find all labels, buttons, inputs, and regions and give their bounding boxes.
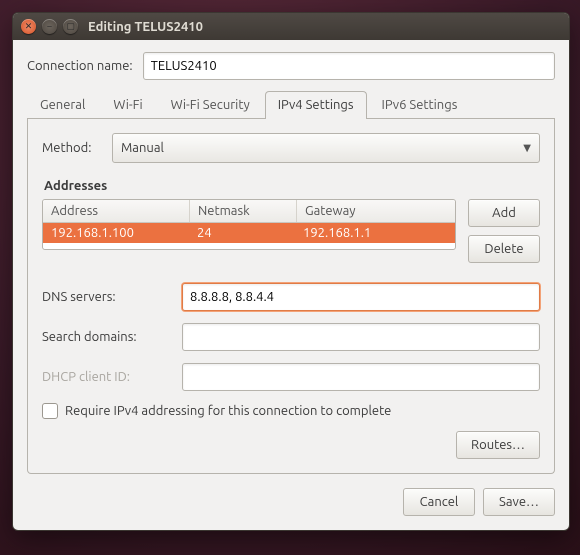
network-editor-window: ✕ – ▢ Editing TELUS2410 Connection name:… — [12, 12, 570, 531]
window-client: Connection name: General Wi-Fi Wi-Fi Sec… — [13, 40, 569, 530]
tab-general[interactable]: General — [27, 91, 98, 119]
addresses-header: Address Netmask Gateway — [43, 200, 455, 223]
cell-gateway: 192.168.1.1 — [295, 223, 455, 243]
connection-name-input[interactable] — [143, 52, 555, 80]
dns-servers-input[interactable] — [182, 283, 540, 311]
cell-address: 192.168.1.100 — [43, 223, 189, 243]
save-button[interactable]: Save… — [483, 488, 555, 516]
search-domains-label: Search domains: — [42, 330, 172, 344]
cancel-button[interactable]: Cancel — [403, 488, 475, 516]
method-label: Method: — [42, 141, 102, 155]
table-row[interactable]: 192.168.1.100 24 192.168.1.1 — [43, 223, 455, 243]
addresses-table[interactable]: Address Netmask Gateway 192.168.1.100 24… — [42, 199, 456, 250]
titlebar[interactable]: ✕ – ▢ Editing TELUS2410 — [13, 13, 569, 40]
tab-ipv6-settings[interactable]: IPv6 Settings — [369, 91, 471, 119]
maximize-icon[interactable]: ▢ — [63, 19, 78, 34]
routes-button[interactable]: Routes… — [456, 431, 540, 459]
close-icon[interactable]: ✕ — [21, 19, 36, 34]
add-button[interactable]: Add — [468, 199, 540, 227]
tab-bar: General Wi-Fi Wi-Fi Security IPv4 Settin… — [27, 90, 555, 119]
window-title: Editing TELUS2410 — [88, 20, 203, 34]
method-value: Manual — [121, 141, 164, 155]
require-ipv4-label: Require IPv4 addressing for this connect… — [65, 404, 391, 418]
dhcp-client-id-label: DHCP client ID: — [42, 370, 172, 384]
dhcp-client-id-input — [182, 363, 540, 391]
col-gateway[interactable]: Gateway — [297, 200, 455, 222]
tab-wifi[interactable]: Wi-Fi — [100, 91, 155, 119]
connection-name-label: Connection name: — [27, 59, 133, 73]
col-netmask[interactable]: Netmask — [190, 200, 297, 222]
delete-button[interactable]: Delete — [468, 235, 540, 263]
search-domains-input[interactable] — [182, 323, 540, 351]
tab-panel-ipv4: Method: Manual ▼ Addresses Address Netma… — [27, 119, 555, 474]
addresses-heading: Addresses — [44, 179, 540, 193]
require-ipv4-checkbox[interactable] — [42, 403, 58, 419]
method-combo[interactable]: Manual ▼ — [112, 133, 540, 163]
dns-label: DNS servers: — [42, 290, 172, 304]
chevron-down-icon: ▼ — [523, 142, 531, 154]
cell-netmask: 24 — [189, 223, 295, 243]
tab-ipv4-settings[interactable]: IPv4 Settings — [265, 91, 367, 119]
tab-wifi-security[interactable]: Wi-Fi Security — [158, 91, 263, 119]
table-pad — [43, 243, 455, 249]
minimize-icon[interactable]: – — [42, 19, 57, 34]
col-address[interactable]: Address — [43, 200, 190, 222]
